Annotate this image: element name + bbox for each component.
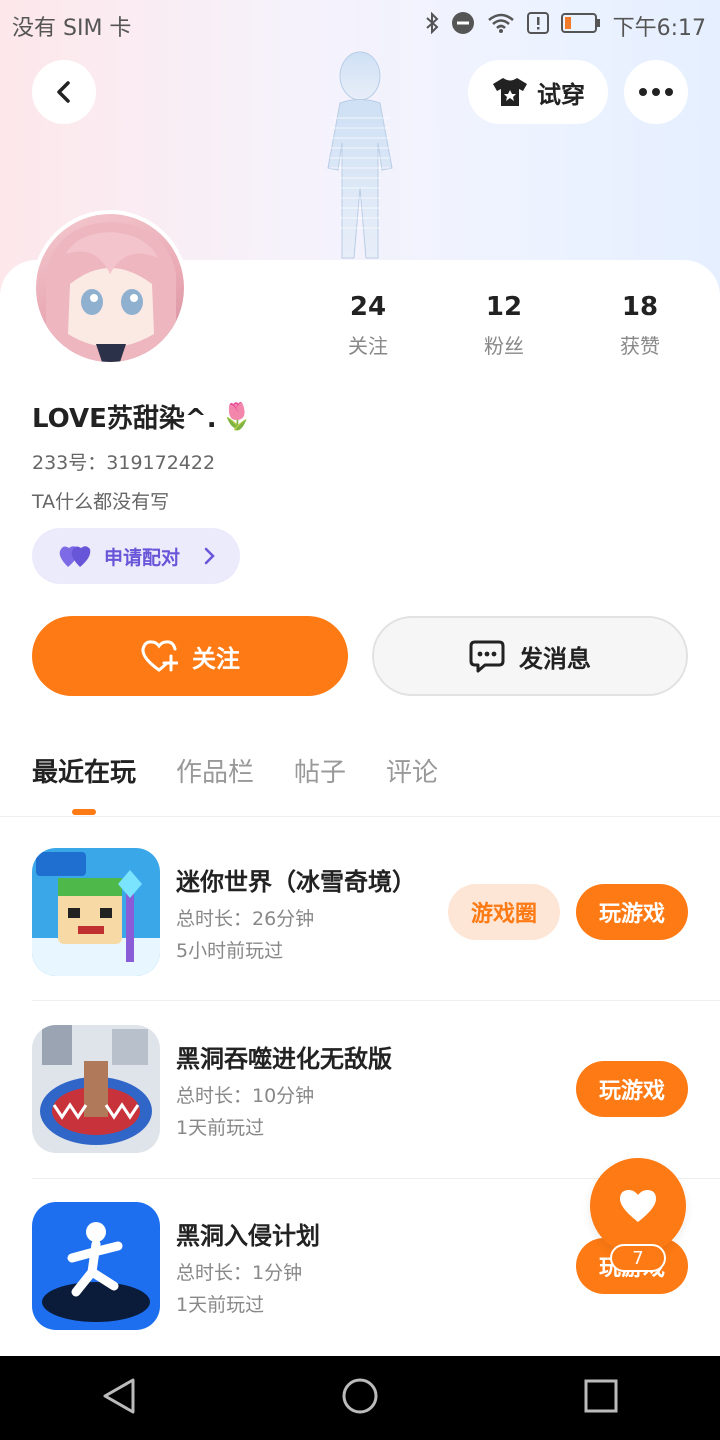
try-on-button[interactable]: 试穿 [468, 60, 608, 124]
wifi-icon [487, 12, 515, 40]
avatar-image [46, 222, 176, 362]
bluetooth-icon [425, 11, 439, 40]
back-button[interactable] [32, 60, 96, 124]
heart-icon [620, 1190, 656, 1222]
game-icon-mini-world [32, 848, 160, 976]
do-not-disturb-icon [451, 11, 475, 41]
game-circle-button[interactable]: 游戏圈 [448, 884, 560, 940]
nav-back-icon[interactable] [101, 1377, 137, 1419]
play-game-button[interactable]: 玩游戏 [576, 1061, 688, 1117]
username-text: LOVE苏甜染^. [32, 404, 217, 434]
tab-works[interactable]: 作品栏 [176, 752, 254, 789]
system-nav-bar [0, 1356, 720, 1440]
stat-following-value: 24 [349, 292, 387, 322]
list-item[interactable]: 迷你世界（冰雪奇境） 总时长：26分钟 5小时前玩过 游戏圈 玩游戏 [0, 848, 720, 1024]
game-title: 黑洞吞噬进化无敌版 [176, 1045, 392, 1073]
floating-like-button[interactable] [590, 1158, 686, 1254]
tab-comments[interactable]: 评论 [386, 752, 438, 789]
avatar[interactable] [32, 210, 188, 366]
stat-followers[interactable]: 12 粉丝 [436, 292, 572, 359]
stat-followers-value: 12 [485, 292, 523, 322]
game-title: 黑洞入侵计划 [176, 1222, 320, 1250]
request-pair-button[interactable]: 申请配对 [32, 528, 240, 584]
more-options-button[interactable] [624, 60, 688, 124]
carrier-text: 没有 SIM 卡 [12, 16, 132, 41]
chat-bubble-icon [469, 640, 505, 673]
list-divider [32, 1000, 720, 1001]
shirt-icon [493, 78, 527, 106]
alert-icon [526, 12, 549, 40]
like-count-badge: 7 [610, 1244, 666, 1272]
profile-stats: 24 关注 12 粉丝 18 获赞 [300, 292, 720, 359]
tab-recently-played[interactable]: 最近在玩 [32, 752, 136, 815]
nav-home-icon[interactable] [340, 1376, 380, 1420]
tab-posts[interactable]: 帖子 [294, 752, 346, 789]
chevron-right-icon [204, 547, 215, 565]
play-game-button[interactable]: 玩游戏 [576, 884, 688, 940]
stat-likes[interactable]: 18 获赞 [572, 292, 708, 359]
follow-button[interactable]: 关注 [32, 616, 348, 696]
game-last-played: 1天前玩过 [176, 1294, 265, 1316]
stat-likes-value: 18 [621, 292, 659, 322]
username: LOVE苏甜染^. 🌷 [32, 398, 253, 435]
stat-likes-label: 获赞 [620, 334, 660, 358]
tabs-divider [0, 816, 720, 817]
game-duration: 总时长：1分钟 [176, 1262, 303, 1284]
game-last-played: 1天前玩过 [176, 1117, 265, 1139]
status-bar: 没有 SIM 卡 下午6:17 [0, 0, 720, 50]
battery-icon [560, 12, 601, 40]
request-pair-label: 申请配对 [104, 546, 181, 569]
stat-followers-label: 粉丝 [484, 334, 524, 358]
nav-recents-icon[interactable] [583, 1378, 619, 1418]
user-id: 233号：319172422 [32, 452, 216, 474]
game-title: 迷你世界（冰雪奇境） [176, 868, 416, 896]
send-message-button[interactable]: 发消息 [372, 616, 688, 696]
try-on-label: 试穿 [537, 80, 585, 109]
game-duration: 总时长：10分钟 [176, 1085, 315, 1107]
tulip-emoji: 🌷 [220, 401, 253, 432]
stat-following-label: 关注 [348, 334, 388, 358]
chevron-left-icon [57, 81, 70, 103]
profile-tabs: 最近在玩 作品栏 帖子 评论 [32, 752, 438, 815]
follow-label: 关注 [192, 644, 240, 673]
game-icon-black-hole-evolution [32, 1025, 160, 1153]
game-icon-black-hole-invasion [32, 1202, 160, 1330]
user-bio: TA什么都没有写 [32, 491, 170, 513]
avatar-3d-figure [327, 51, 393, 259]
clock-time: 下午6:17 [612, 16, 706, 41]
game-last-played: 5小时前玩过 [176, 940, 284, 962]
double-heart-icon [59, 546, 91, 567]
game-duration: 总时长：26分钟 [176, 908, 315, 930]
stat-following[interactable]: 24 关注 [300, 292, 436, 359]
send-message-label: 发消息 [519, 644, 591, 673]
more-dots-icon [639, 88, 673, 96]
heart-plus-icon [141, 640, 178, 672]
